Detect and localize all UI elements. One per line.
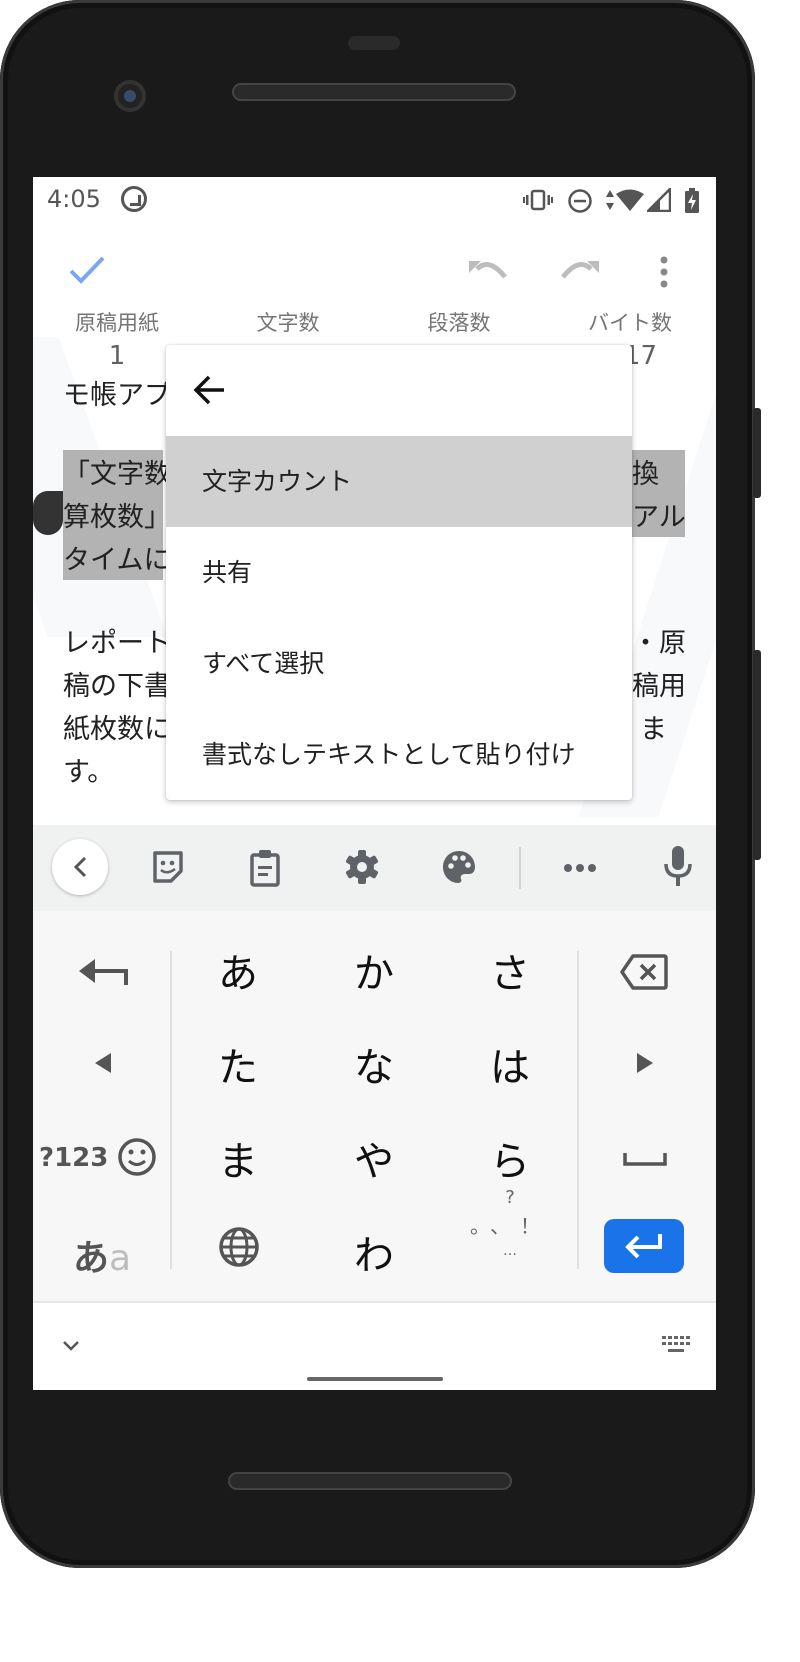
wifi-icon	[616, 189, 644, 211]
chevron-left-icon	[73, 856, 87, 878]
stat-label-bytes: バイト数	[588, 311, 672, 335]
redo-icon[interactable]	[559, 257, 601, 287]
doc-line[interactable]: 「文字数	[63, 453, 171, 496]
data-arrows-icon	[606, 190, 614, 210]
cursor-right-icon[interactable]	[635, 1052, 655, 1074]
microphone-icon[interactable]	[663, 845, 693, 887]
doc-line[interactable]: 稿の下書	[63, 665, 171, 708]
key-wa[interactable]: わ	[324, 1223, 424, 1281]
space-icon[interactable]	[623, 1151, 667, 1167]
toolbar-divider	[519, 847, 521, 889]
doc-line[interactable]: 紙枚数に	[63, 708, 171, 751]
punct-top: ?	[505, 1187, 515, 1208]
phone-frame: 4:05 原稿用紙 文字数 段落数 バイト数 1 17 モ帳アプ 「文字数 算枚…	[0, 0, 761, 1568]
home-gesture-pill[interactable]	[307, 1377, 443, 1381]
key-ka[interactable]: か	[324, 941, 424, 999]
keyboard-icon[interactable]	[661, 1335, 691, 1355]
settings-icon[interactable]	[344, 849, 380, 885]
doc-line[interactable]: レポート	[63, 622, 171, 665]
keyboard-toolbar	[33, 825, 716, 911]
menu-item-paste-plain-text[interactable]: 書式なしテキストとして貼り付け	[166, 709, 632, 800]
power-button	[753, 408, 761, 498]
key-na[interactable]: な	[324, 1035, 424, 1093]
key-ra[interactable]: ら	[460, 1129, 560, 1187]
app-bar	[33, 253, 716, 303]
key-a[interactable]: あ	[188, 941, 288, 999]
chevron-down-icon[interactable]	[61, 1339, 81, 1353]
key-divider	[577, 951, 579, 1269]
cursor-left-icon[interactable]	[93, 1052, 113, 1074]
screen: 4:05 原稿用紙 文字数 段落数 バイト数 1 17 モ帳アプ 「文字数 算枚…	[33, 177, 716, 1390]
sticker-icon[interactable]	[151, 849, 185, 885]
check-icon[interactable]	[69, 255, 105, 285]
arrow-back-icon[interactable]	[192, 373, 226, 407]
doc-line[interactable]: モ帳アプ	[63, 374, 171, 417]
undo-input-icon[interactable]	[79, 957, 131, 987]
doc-line[interactable]: ・原	[632, 622, 686, 665]
navigation-bar	[33, 1301, 716, 1390]
mode-label-kana: あ	[73, 1238, 110, 1279]
doc-line[interactable]: アル	[632, 496, 686, 539]
selection-handle[interactable]	[33, 491, 63, 535]
punct-bottom: …	[503, 1243, 517, 1259]
input-mode-key[interactable]: あa	[73, 1229, 131, 1281]
top-speaker	[232, 83, 516, 101]
doc-line[interactable]: ま	[640, 708, 667, 751]
undo-icon[interactable]	[467, 257, 509, 287]
stat-label-manuscript: 原稿用紙	[75, 311, 159, 335]
status-bar: 4:05	[33, 177, 716, 223]
key-punctuation[interactable]: ? 。、！ …	[460, 1187, 560, 1277]
stat-label-chars: 文字数	[256, 311, 320, 335]
bottom-speaker	[228, 1472, 512, 1490]
key-ta[interactable]: た	[188, 1035, 288, 1093]
do-not-disturb-icon	[568, 189, 592, 213]
key-ha[interactable]: は	[460, 1035, 560, 1093]
symbols-key[interactable]: ?123	[39, 1143, 108, 1173]
more-horiz-icon[interactable]	[563, 863, 597, 873]
key-sa[interactable]: さ	[460, 941, 560, 999]
vibrate-icon	[523, 189, 553, 211]
enter-icon	[625, 1234, 662, 1259]
text-context-menu: 文字カウント 共有 すべて選択 書式なしテキストとして貼り付け	[166, 345, 632, 800]
flick-keyboard: ?123 あa あ か さ た な は ま や ら わ ? 。、！ …	[33, 911, 716, 1301]
enter-key[interactable]	[604, 1219, 684, 1273]
mode-label-alpha: a	[109, 1238, 132, 1279]
doc-line[interactable]: す。	[63, 751, 114, 794]
punct-main: 。、！	[470, 1214, 550, 1238]
globe-icon[interactable]	[218, 1226, 260, 1268]
more-vert-icon[interactable]	[659, 255, 669, 289]
front-camera	[114, 80, 146, 112]
theme-palette-icon[interactable]	[441, 849, 477, 885]
earpiece	[348, 36, 400, 50]
clipboard-icon[interactable]	[249, 849, 281, 887]
doc-line[interactable]: 換	[632, 453, 659, 496]
key-ya[interactable]: や	[324, 1129, 424, 1187]
menu-item-select-all[interactable]: すべて選択	[166, 618, 632, 709]
battery-charging-icon	[685, 188, 699, 213]
q-notification-icon	[121, 186, 147, 212]
backspace-icon[interactable]	[619, 953, 669, 991]
doc-line[interactable]: 稿用	[632, 665, 686, 708]
emoji-icon[interactable]	[117, 1137, 157, 1177]
menu-item-character-count[interactable]: 文字カウント	[166, 436, 632, 527]
key-divider	[170, 951, 172, 1269]
stat-label-paragraphs: 段落数	[427, 311, 491, 335]
status-time: 4:05	[47, 185, 101, 213]
volume-button	[753, 650, 761, 860]
cell-signal-icon	[647, 188, 671, 212]
doc-line[interactable]: タイムに	[63, 539, 170, 582]
doc-line[interactable]: 算枚数」	[63, 496, 171, 539]
keyboard-collapse-button[interactable]	[52, 839, 108, 895]
key-ma[interactable]: ま	[188, 1129, 288, 1187]
menu-item-share[interactable]: 共有	[166, 527, 632, 618]
